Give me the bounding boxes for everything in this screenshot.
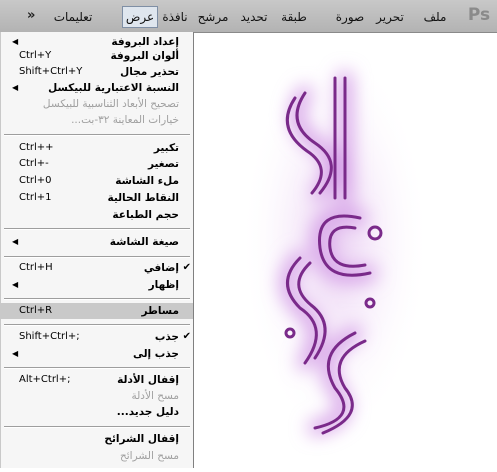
menu-item-32bit-preview-options: خيارات المعاينة ٣٢-بت... <box>1 112 193 128</box>
menu-item-gamut-warning[interactable]: Shift+Ctrl+Y تحذير مجال <box>1 64 193 80</box>
menu-item-label: إظهار <box>148 279 179 291</box>
menu-item-label: ملء الشاشة <box>115 175 179 187</box>
menu-help[interactable]: تعليمات <box>50 8 96 26</box>
menu-item-shortcut: Ctrl+R <box>19 305 53 316</box>
submenu-arrow-icon: ◀ <box>12 349 19 358</box>
menu-item-zoom-in[interactable]: Ctrl++ تكبير <box>1 140 193 156</box>
menu-item-label: جذب <box>154 331 179 343</box>
menu-item-lock-guides[interactable]: Alt+Ctrl+; إقفال الأدلة <box>1 372 193 388</box>
menu-image[interactable]: صورة <box>334 8 366 26</box>
menu-item-shortcut: Ctrl+1 <box>19 192 52 203</box>
artwork <box>240 43 430 443</box>
menu-item-proof-colors[interactable]: Ctrl+Y ألوان البروفة <box>1 48 193 64</box>
menu-item-shortcut: Alt+Ctrl+; <box>19 374 71 385</box>
menu-item-clear-slices: مسح الشرائح <box>1 448 193 464</box>
menu-item-label: حجم الطباعة <box>112 209 179 221</box>
menu-item-new-guide[interactable]: دليل جديد... <box>1 404 193 420</box>
menu-item-shortcut: Shift+Ctrl+Y <box>19 66 83 77</box>
submenu-arrow-icon: ◀ <box>12 237 19 246</box>
menu-item-zoom-out[interactable]: Ctrl+- تصغير <box>1 156 193 172</box>
menu-layer[interactable]: طبقة <box>278 8 310 26</box>
menu-item-label: النسبة الاعتبارية للبيكسل <box>48 82 179 94</box>
menu-item-print-size[interactable]: حجم الطباعة <box>1 207 193 223</box>
menu-item-clear-guides: مسح الأدلة <box>1 388 193 404</box>
menu-item-label: تحذير مجال <box>120 66 179 78</box>
menu-item-label: تكبير <box>153 142 179 154</box>
menu-item-label: مسح الشرائح <box>119 450 179 462</box>
menu-item-label: دليل جديد... <box>116 406 179 418</box>
document-canvas[interactable] <box>195 33 497 468</box>
overflow-chevron-icon[interactable]: » <box>27 8 45 24</box>
menu-item-label: جذب إلى <box>132 348 179 360</box>
menu-item-shortcut: Ctrl++ <box>19 142 54 153</box>
menu-separator <box>4 228 190 230</box>
menu-item-shortcut: Ctrl+0 <box>19 175 52 186</box>
menu-item-fit-on-screen[interactable]: Ctrl+0 ملء الشاشة <box>1 173 193 189</box>
menu-window[interactable]: نافذة <box>160 8 190 26</box>
menu-file[interactable]: ملف <box>422 8 448 26</box>
menu-item-actual-pixels[interactable]: Ctrl+1 النقاط الحالية <box>1 190 193 206</box>
menu-item-extras[interactable]: ✔ Ctrl+H إضافي <box>1 260 193 276</box>
menu-item-show[interactable]: ◀ إظهار <box>1 277 193 293</box>
menu-item-label: تصغير <box>147 158 179 170</box>
menu-item-label: صيغة الشاشة <box>109 236 179 248</box>
menu-item-label: مساطر <box>141 305 179 317</box>
photoshop-logo: Ps <box>467 5 491 25</box>
menu-item-label: ألوان البروفة <box>110 50 179 62</box>
menu-separator <box>4 426 190 428</box>
menu-item-shortcut: Ctrl+H <box>19 262 53 273</box>
menu-item-label: مسح الأدلة <box>131 390 179 402</box>
menu-item-label: إقفال الأدلة <box>117 374 179 386</box>
menu-item-label: خيارات المعاينة ٣٢-بت... <box>71 114 179 126</box>
checkmark-icon: ✔ <box>182 262 191 273</box>
menu-item-label: النقاط الحالية <box>107 192 179 204</box>
menu-view[interactable]: عرض <box>122 6 158 28</box>
menu-separator <box>4 134 190 136</box>
menu-item-screen-mode[interactable]: ◀ صيغة الشاشة <box>1 234 193 250</box>
submenu-arrow-icon: ◀ <box>12 280 19 289</box>
submenu-arrow-icon: ◀ <box>12 83 19 92</box>
menu-item-pixel-aspect-ratio[interactable]: ◀ النسبة الاعتبارية للبيكسل <box>1 80 193 96</box>
menu-bar: » تعليمات نافذة عرض مرشح تحديد طبقة صورة… <box>0 0 497 33</box>
menu-item-shortcut: Ctrl+- <box>19 158 49 169</box>
menu-separator <box>4 256 190 258</box>
menu-item-snap-to[interactable]: ◀ جذب إلى <box>1 346 193 362</box>
menu-filter[interactable]: مرشح <box>196 8 230 26</box>
view-menu-dropdown: ◀ إعداد البروفة Ctrl+Y ألوان البروفة Shi… <box>0 32 194 468</box>
menu-item-pixel-aspect-correction: تصحيح الأبعاد الثناسبية للبيكسل <box>1 96 193 112</box>
menu-item-rulers[interactable]: Ctrl+R مساطر <box>1 303 193 319</box>
menu-item-shortcut: Ctrl+Y <box>19 50 52 61</box>
menu-item-label: إضافي <box>143 262 179 274</box>
menu-item-lock-slices[interactable]: إقفال الشرائح <box>1 431 193 447</box>
menu-edit[interactable]: تحرير <box>372 8 408 26</box>
menu-separator <box>4 367 190 369</box>
menu-separator <box>4 298 190 300</box>
menu-item-shortcut: Shift+Ctrl+; <box>19 331 80 342</box>
menu-item-label: تصحيح الأبعاد الثناسبية للبيكسل <box>42 98 179 110</box>
checkmark-icon: ✔ <box>182 331 191 342</box>
menu-select[interactable]: تحديد <box>234 8 274 26</box>
menu-item-snap[interactable]: ✔ Shift+Ctrl+; جذب <box>1 329 193 345</box>
menu-item-label: إقفال الشرائح <box>104 433 179 445</box>
menu-separator <box>4 324 190 326</box>
